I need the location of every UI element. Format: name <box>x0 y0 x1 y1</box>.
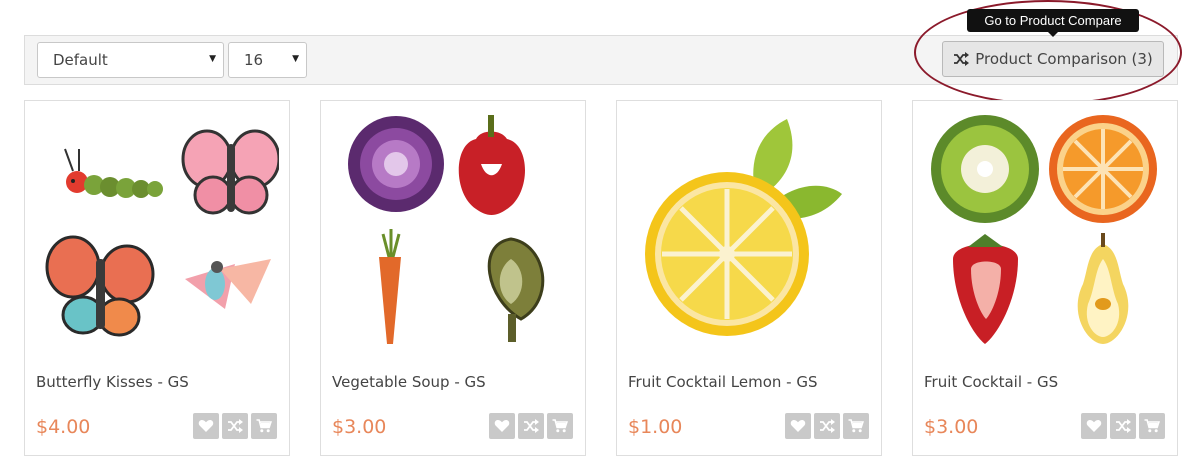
moth-illustration <box>185 259 271 309</box>
compare-button[interactable] <box>222 413 248 439</box>
product-actions <box>785 413 869 439</box>
product-price: $3.00 <box>924 416 979 438</box>
sort-select-value: Default <box>53 51 108 69</box>
orange-butterfly-illustration <box>45 235 155 337</box>
product-name[interactable]: Fruit Cocktail Lemon - GS <box>628 373 818 391</box>
orange-slice-illustration <box>1049 115 1157 223</box>
cart-icon <box>848 419 864 433</box>
product-name[interactable]: Vegetable Soup - GS <box>332 373 486 391</box>
compare-button[interactable] <box>1110 413 1136 439</box>
add-to-cart-button[interactable] <box>547 413 573 439</box>
product-card: Vegetable Soup - GS $3.00 <box>320 100 586 456</box>
product-card: Fruit Cocktail - GS $3.00 <box>912 100 1178 456</box>
product-name[interactable]: Fruit Cocktail - GS <box>924 373 1058 391</box>
compare-tooltip: Go to Product Compare <box>967 9 1139 37</box>
limit-select-value: 16 <box>244 51 264 69</box>
compare-button[interactable] <box>518 413 544 439</box>
heart-icon <box>790 419 806 433</box>
carrot-illustration <box>379 229 401 344</box>
compare-icon <box>523 419 539 433</box>
cart-icon <box>1144 419 1160 433</box>
strawberry-illustration <box>953 234 1018 344</box>
compare-icon <box>227 419 243 433</box>
caterpillar-illustration <box>64 148 163 198</box>
product-price: $3.00 <box>332 416 387 438</box>
product-price: $1.00 <box>628 416 683 438</box>
wishlist-button[interactable] <box>785 413 811 439</box>
cart-icon <box>552 419 568 433</box>
pear-illustration <box>1077 233 1129 344</box>
product-actions <box>193 413 277 439</box>
sort-select[interactable]: Default ▼ <box>37 42 224 78</box>
product-actions <box>1081 413 1165 439</box>
add-to-cart-button[interactable] <box>843 413 869 439</box>
product-name[interactable]: Butterfly Kisses - GS <box>36 373 189 391</box>
caret-down-icon: ▼ <box>209 54 216 64</box>
product-image[interactable] <box>331 109 575 353</box>
add-to-cart-button[interactable] <box>251 413 277 439</box>
heart-icon <box>494 419 510 433</box>
compare-icon <box>1115 419 1131 433</box>
compare-button[interactable] <box>814 413 840 439</box>
heart-icon <box>198 419 214 433</box>
product-card: Fruit Cocktail Lemon - GS $1.00 <box>616 100 882 456</box>
product-price: $4.00 <box>36 416 91 438</box>
cart-icon <box>256 419 272 433</box>
cabbage-illustration <box>348 116 444 212</box>
product-actions <box>489 413 573 439</box>
limit-select[interactable]: 16 ▼ <box>228 42 307 78</box>
caret-down-icon: ▼ <box>292 54 299 64</box>
wishlist-button[interactable] <box>193 413 219 439</box>
pepper-illustration <box>458 115 525 215</box>
kiwi-illustration <box>931 115 1039 223</box>
product-image[interactable] <box>35 109 279 353</box>
heart-icon <box>1086 419 1102 433</box>
artichoke-illustration <box>487 237 545 342</box>
product-image[interactable] <box>627 109 871 353</box>
add-to-cart-button[interactable] <box>1139 413 1165 439</box>
product-card: Butterfly Kisses - GS $4.00 <box>24 100 290 456</box>
pink-butterfly-illustration <box>181 129 279 215</box>
lemon-illustration <box>645 119 842 336</box>
wishlist-button[interactable] <box>489 413 515 439</box>
wishlist-button[interactable] <box>1081 413 1107 439</box>
product-image[interactable] <box>923 109 1167 353</box>
compare-icon <box>819 419 835 433</box>
